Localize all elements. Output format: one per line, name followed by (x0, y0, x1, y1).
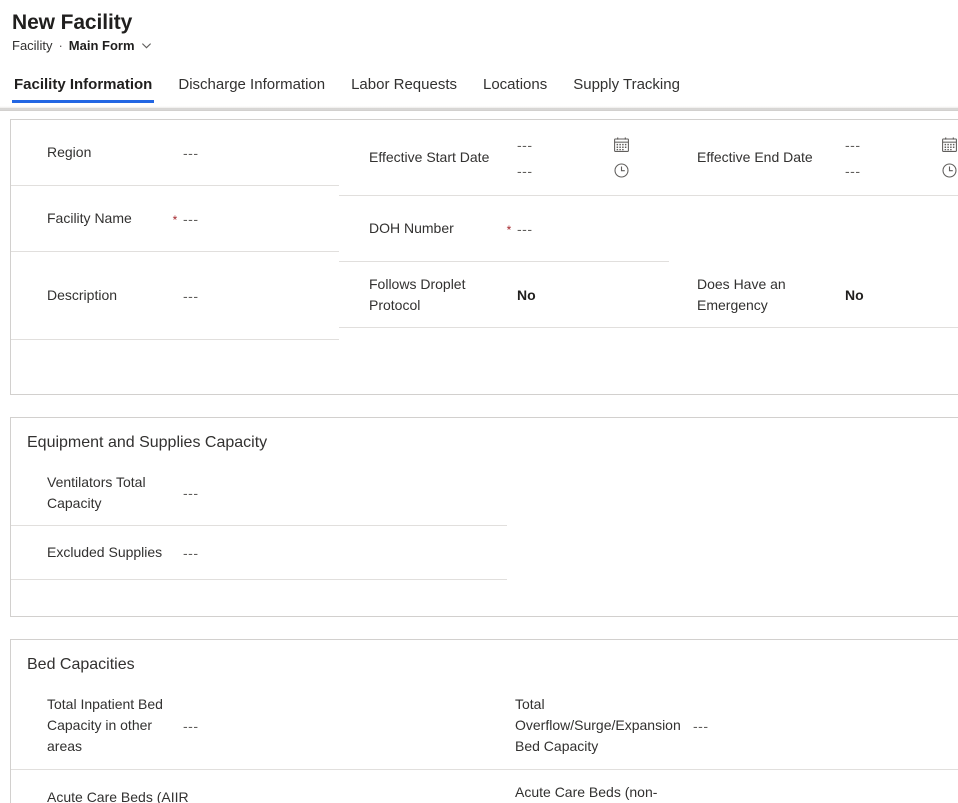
breadcrumb: Facility · Main Form (12, 38, 958, 53)
section-equipment-and-supplies-capacity: Equipment and Supplies Capacity Ventilat… (10, 417, 958, 617)
field-total-inpatient-bed-capacity-other-areas[interactable]: Total Inpatient Bed Capacity in other ar… (11, 682, 483, 770)
required-marker: * (501, 152, 517, 164)
general-column-1-filler (11, 340, 339, 394)
field-label: Excluded Supplies (47, 544, 163, 560)
general-column-3: Effective End Date * --- (669, 120, 958, 394)
field-time-value: --- (517, 162, 533, 179)
general-column-1: Region * --- Facility Name * --- Descrip… (11, 120, 339, 394)
tab-label: Locations (483, 76, 548, 93)
required-marker: * (677, 720, 693, 732)
field-time-value: --- (845, 162, 861, 179)
required-marker: * (506, 222, 512, 237)
tab-facility-information[interactable]: Facility Information (12, 76, 155, 103)
clock-icon[interactable] (941, 162, 958, 179)
general-column-2: Effective Start Date * --- (339, 120, 669, 394)
required-marker: * (501, 289, 517, 301)
field-label: Region (47, 144, 92, 160)
field-label: Acute Care Beds (non-AIIR Room) Total Ca… (515, 784, 658, 800)
field-effective-end-date[interactable]: Effective End Date * --- (669, 120, 958, 196)
equipment-column-1: Ventilators Total Capacity * --- Exclude… (11, 460, 507, 616)
field-label: Acute Care Beds (AIIR Room) Total Capaci… (47, 788, 189, 803)
form-selector-label: Main Form (68, 38, 135, 53)
field-follows-droplet-protocol[interactable]: Follows Droplet Protocol * No (339, 262, 669, 328)
field-label: Description (47, 287, 118, 303)
field-label: Effective End Date (697, 149, 813, 165)
field-value: No (845, 286, 864, 303)
calendar-icon[interactable] (941, 136, 958, 153)
beds-column-1: Total Inpatient Bed Capacity in other ar… (11, 682, 483, 803)
field-value: --- (183, 544, 199, 561)
field-description[interactable]: Description * --- (11, 252, 339, 340)
tab-label: Labor Requests (351, 76, 457, 93)
field-label: Total Overflow/Surge/Expansion Bed Capac… (515, 696, 681, 754)
field-value: --- (183, 287, 199, 304)
section-general: Region * --- Facility Name * --- Descrip… (10, 119, 958, 395)
field-label: Follows Droplet Protocol (369, 275, 466, 313)
field-label: Ventilators Total Capacity (47, 473, 146, 511)
required-marker: * (829, 289, 845, 301)
breadcrumb-separator: · (58, 38, 63, 53)
field-does-have-an-emergency[interactable]: Does Have an Emergency * No (669, 262, 958, 328)
entity-name: Facility (12, 38, 53, 53)
field-region[interactable]: Region * --- (11, 120, 339, 186)
field-excluded-supplies[interactable]: Excluded Supplies * --- (11, 526, 507, 580)
general-column-3-gap (669, 196, 958, 262)
field-label: Effective Start Date (369, 149, 490, 165)
section-header: Bed Capacities (27, 656, 135, 673)
beds-column-2: Total Overflow/Surge/Expansion Bed Capac… (483, 682, 958, 803)
chevron-down-icon (141, 40, 152, 51)
equipment-column-2 (507, 460, 958, 616)
form-scroll-area[interactable]: Region * --- Facility Name * --- Descrip… (0, 111, 958, 803)
form-tab-list: Facility Information Discharge Informati… (0, 69, 958, 103)
required-marker: * (167, 720, 183, 732)
tab-label: Facility Information (14, 76, 153, 93)
field-date-value: --- (845, 136, 861, 153)
clock-icon[interactable] (613, 162, 630, 179)
field-label: Facility Name (47, 210, 132, 226)
required-marker: * (167, 147, 183, 159)
field-value: --- (183, 210, 199, 227)
tab-supply-tracking[interactable]: Supply Tracking (571, 76, 682, 103)
required-marker: * (167, 290, 183, 302)
field-doh-number[interactable]: DOH Number * --- (339, 196, 669, 262)
section-bed-capacities: Bed Capacities Total Inpatient Bed Capac… (10, 639, 958, 803)
field-total-overflow-surge-expansion-bed-capacity[interactable]: Total Overflow/Surge/Expansion Bed Capac… (483, 682, 958, 770)
page-header: New Facility Facility · Main Form (0, 0, 958, 53)
field-acute-care-beds-aiir-room-total-capacity[interactable]: Acute Care Beds (AIIR Room) Total Capaci… (11, 770, 483, 803)
page-title: New Facility (12, 11, 133, 34)
required-marker: * (167, 547, 183, 559)
tab-label: Discharge Information (178, 76, 326, 93)
field-value: No (517, 286, 536, 303)
field-facility-name[interactable]: Facility Name * --- (11, 186, 339, 252)
field-value: --- (183, 144, 199, 161)
field-ventilators-total-capacity[interactable]: Ventilators Total Capacity * --- (11, 460, 507, 526)
calendar-icon[interactable] (613, 136, 630, 153)
field-effective-start-date[interactable]: Effective Start Date * --- (339, 120, 669, 196)
field-acute-care-beds-non-aiir-room-total-capacity[interactable]: Acute Care Beds (non-AIIR Room) Total Ca… (483, 770, 958, 803)
field-value: --- (517, 220, 533, 237)
field-label: DOH Number (369, 220, 454, 236)
tab-discharge-information[interactable]: Discharge Information (176, 76, 327, 103)
field-label: Does Have an Emergency (697, 275, 786, 313)
form-selector[interactable]: Main Form (69, 38, 152, 53)
tab-label: Supply Tracking (573, 76, 680, 93)
field-label: Total Inpatient Bed Capacity in other ar… (47, 696, 163, 754)
field-date-value: --- (517, 136, 533, 153)
tab-labor-requests[interactable]: Labor Requests (349, 76, 459, 103)
tab-locations[interactable]: Locations (481, 76, 549, 103)
general-column-2-filler (339, 328, 669, 390)
required-marker: * (172, 212, 178, 227)
required-marker: * (167, 487, 183, 499)
field-value: --- (693, 717, 709, 734)
field-value: --- (183, 484, 199, 501)
required-marker: * (829, 152, 845, 164)
section-header: Equipment and Supplies Capacity (27, 434, 268, 451)
equipment-column-1-filler (11, 580, 507, 616)
general-column-3-filler (669, 328, 958, 390)
field-value: --- (213, 800, 469, 803)
field-value: --- (183, 717, 199, 734)
